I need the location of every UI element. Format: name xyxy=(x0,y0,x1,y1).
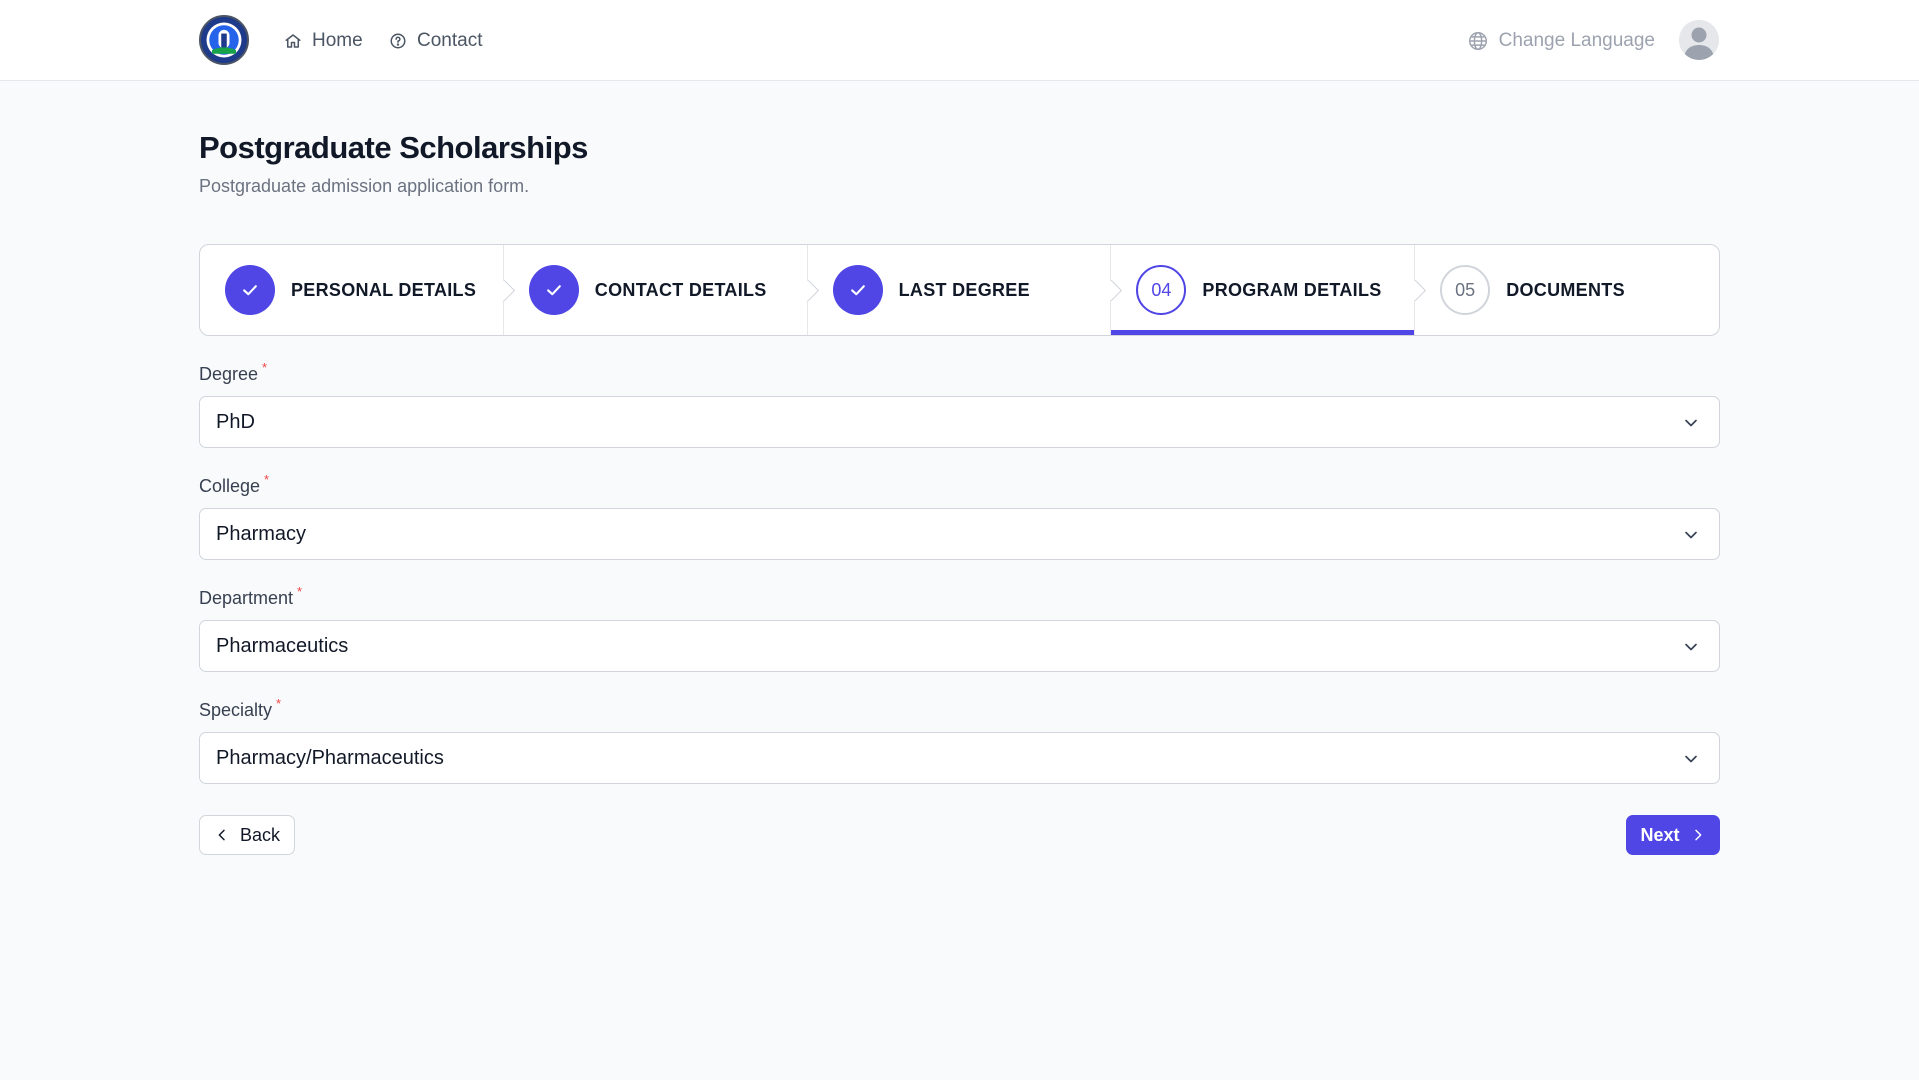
nav-home-link[interactable]: Home xyxy=(284,28,363,54)
help-circle-icon xyxy=(390,33,406,49)
step-complete-badge xyxy=(225,265,275,315)
college-label: College * xyxy=(199,472,269,497)
step-program-details[interactable]: 04 PROGRAM DETAILS xyxy=(1110,245,1416,335)
nav-home-label: Home xyxy=(312,30,363,51)
degree-label-text: Degree xyxy=(199,364,259,384)
step-label: DOCUMENTS xyxy=(1506,279,1625,300)
college-label-text: College xyxy=(199,476,261,496)
required-marker: * xyxy=(264,472,270,487)
specialty-label: Specialty * xyxy=(199,696,281,721)
step-label: CONTACT DETAILS xyxy=(594,279,767,300)
globe-icon xyxy=(1468,32,1487,50)
check-icon xyxy=(243,285,257,296)
step-number-badge: 05 xyxy=(1440,265,1491,315)
change-language-label: Change Language xyxy=(1498,30,1655,51)
college-value: Pharmacy xyxy=(216,522,307,545)
step-complete-badge xyxy=(528,265,579,315)
required-marker: * xyxy=(276,696,282,711)
step-label: PROGRAM DETAILS xyxy=(1202,279,1382,300)
next-button-label: Next xyxy=(1640,824,1680,845)
home-icon xyxy=(285,34,301,48)
step-personal-details[interactable]: PERSONAL DETAILS xyxy=(200,245,504,335)
specialty-value: Pharmacy/Pharmaceutics xyxy=(216,746,444,769)
required-marker: * xyxy=(297,584,303,599)
back-button[interactable]: Back xyxy=(199,815,295,855)
step-contact-details[interactable]: CONTACT DETAILS xyxy=(502,245,808,335)
department-label: Department * xyxy=(199,584,302,609)
chevron-down-icon xyxy=(1685,643,1697,651)
chevron-down-icon xyxy=(1685,755,1697,763)
change-language-button[interactable]: Change Language xyxy=(1467,28,1655,54)
progress-stepper: PERSONAL DETAILS CONTACT DETAILS LAST DE… xyxy=(199,244,1720,336)
college-select[interactable]: Pharmacy xyxy=(199,508,1720,560)
degree-value: PhD xyxy=(216,410,255,433)
chevron-left-icon xyxy=(218,829,225,841)
step-number-badge: 04 xyxy=(1136,265,1187,315)
next-button[interactable]: Next xyxy=(1626,815,1720,855)
back-button-label: Back xyxy=(239,824,281,845)
step-last-degree[interactable]: LAST DEGREE xyxy=(806,245,1112,335)
step-complete-badge xyxy=(832,265,883,315)
degree-select[interactable]: PhD xyxy=(199,396,1720,448)
required-marker: * xyxy=(262,360,268,375)
department-value: Pharmaceutics xyxy=(216,634,349,657)
active-step-indicator xyxy=(1111,330,1416,335)
department-label-text: Department xyxy=(199,588,294,608)
step-label: LAST DEGREE xyxy=(898,279,1030,300)
page-subtitle: Postgraduate admission application form. xyxy=(199,176,530,196)
top-navbar: Home Contact Change Language xyxy=(0,0,1919,81)
check-icon xyxy=(546,285,561,296)
nav-contact-label: Contact xyxy=(417,30,483,51)
nav-contact-link[interactable]: Contact xyxy=(389,28,482,54)
university-logo[interactable] xyxy=(199,15,249,65)
step-documents[interactable]: 05 DOCUMENTS xyxy=(1414,245,1719,335)
user-avatar[interactable] xyxy=(1679,20,1719,60)
user-icon xyxy=(1679,20,1719,60)
chevron-right-icon xyxy=(1694,829,1701,841)
check-icon xyxy=(850,285,865,296)
specialty-label-text: Specialty xyxy=(199,700,273,720)
chevron-down-icon xyxy=(1685,531,1697,539)
degree-label: Degree * xyxy=(199,360,267,385)
step-label: PERSONAL DETAILS xyxy=(291,279,477,300)
specialty-select[interactable]: Pharmacy/Pharmaceutics xyxy=(199,732,1720,784)
page-title: Postgraduate Scholarships xyxy=(199,130,588,165)
department-select[interactable]: Pharmaceutics xyxy=(199,620,1720,672)
chevron-down-icon xyxy=(1685,419,1697,427)
